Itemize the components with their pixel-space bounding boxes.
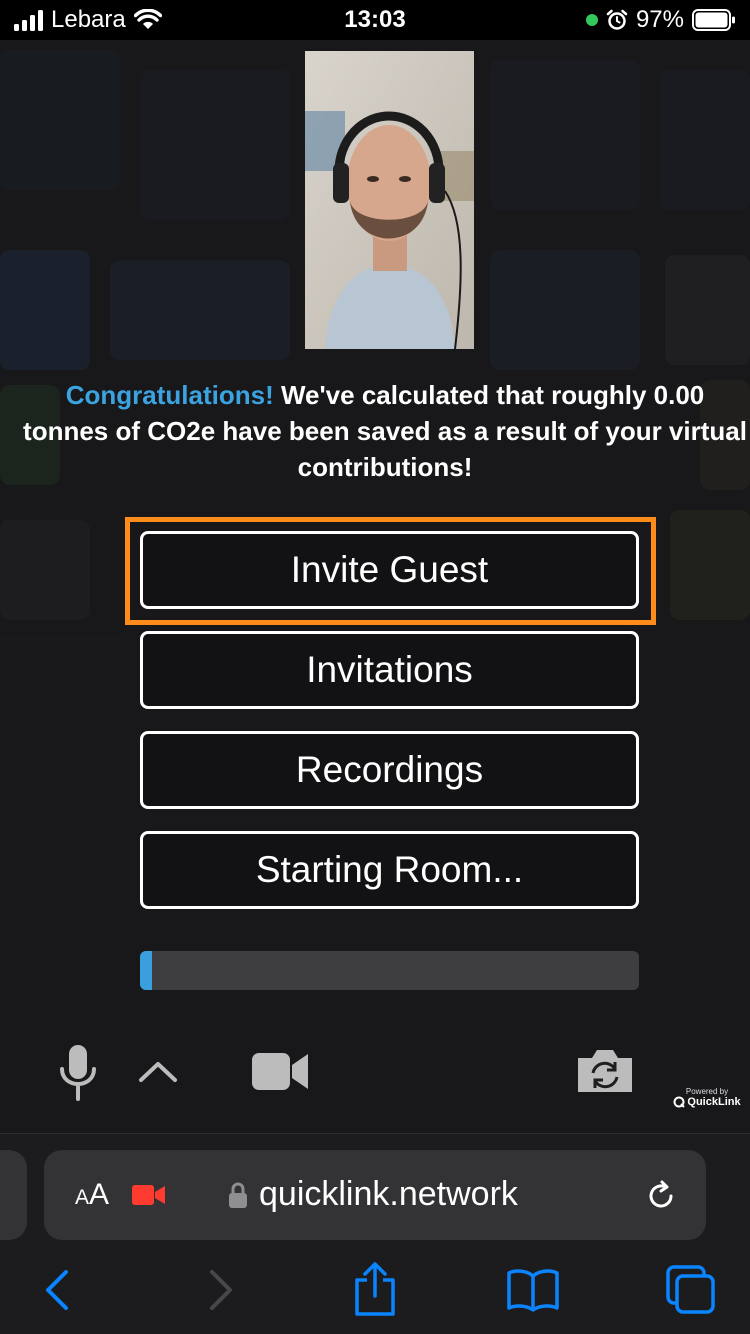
- recordings-button[interactable]: Recordings: [140, 731, 639, 809]
- status-bar: Lebara 13:03 97%: [0, 0, 750, 40]
- share-icon: [355, 1262, 395, 1316]
- microphone-toggle[interactable]: [56, 1043, 100, 1103]
- tabs-button[interactable]: [664, 1265, 716, 1315]
- starting-room-button[interactable]: Starting Room...: [140, 831, 639, 909]
- url-text[interactable]: quicklink.network: [259, 1175, 518, 1214]
- text-size-small-a: A: [75, 1186, 90, 1209]
- progress-fill: [140, 951, 153, 990]
- bookmarks-icon: [507, 1269, 559, 1312]
- tabs-icon: [666, 1265, 715, 1314]
- recording-camera-icon[interactable]: [132, 1185, 166, 1205]
- invite-guest-button[interactable]: Invite Guest: [140, 531, 639, 609]
- congratulations-text: Congratulations!: [65, 380, 274, 410]
- room-loading-progress: [140, 951, 639, 990]
- switch-camera-button[interactable]: [574, 1046, 636, 1096]
- back-icon: [46, 1270, 68, 1310]
- forward-button[interactable]: [198, 1267, 242, 1313]
- web-content: Congratulations! We've calculated that r…: [0, 40, 750, 1133]
- previous-tab-edge[interactable]: [0, 1150, 27, 1240]
- camera-toggle[interactable]: [250, 1049, 310, 1094]
- invitations-button[interactable]: Invitations: [140, 631, 639, 709]
- back-button[interactable]: [36, 1267, 80, 1313]
- video-camera-icon: [252, 1053, 308, 1090]
- wifi-icon: [133, 9, 162, 29]
- microphone-icon: [60, 1045, 96, 1101]
- co2-savings-message: Congratulations! We've calculated that r…: [20, 377, 750, 485]
- camera-in-use-indicator: [585, 14, 598, 26]
- self-video-preview: [305, 51, 474, 349]
- share-button[interactable]: [352, 1262, 398, 1316]
- text-size-button[interactable]: AA: [75, 1178, 109, 1212]
- chevron-up-icon: [139, 1062, 177, 1082]
- battery-percentage: 97%: [635, 6, 684, 33]
- lock-icon: [229, 1182, 247, 1208]
- reload-icon[interactable]: [644, 1179, 678, 1213]
- participant-video-feed: [305, 51, 474, 349]
- cellular-signal-icon: [14, 9, 43, 31]
- quicklink-brand-name: QuickLink: [687, 1096, 741, 1108]
- address-bar[interactable]: AA quicklink.network: [44, 1150, 706, 1240]
- text-size-large-a: A: [89, 1178, 110, 1211]
- forward-icon: [210, 1270, 232, 1310]
- quicklink-logo-icon: [673, 1096, 686, 1108]
- powered-by-quicklink: Powered by QuickLink: [672, 1087, 742, 1108]
- powered-by-label: Powered by: [685, 1087, 729, 1096]
- expand-controls-button[interactable]: [136, 1056, 180, 1086]
- carrier-name: Lebara: [51, 6, 126, 33]
- camera-flip-icon: [578, 1050, 632, 1092]
- battery-icon: [692, 9, 735, 31]
- alarm-icon: [606, 9, 628, 30]
- bookmarks-button[interactable]: [506, 1268, 560, 1312]
